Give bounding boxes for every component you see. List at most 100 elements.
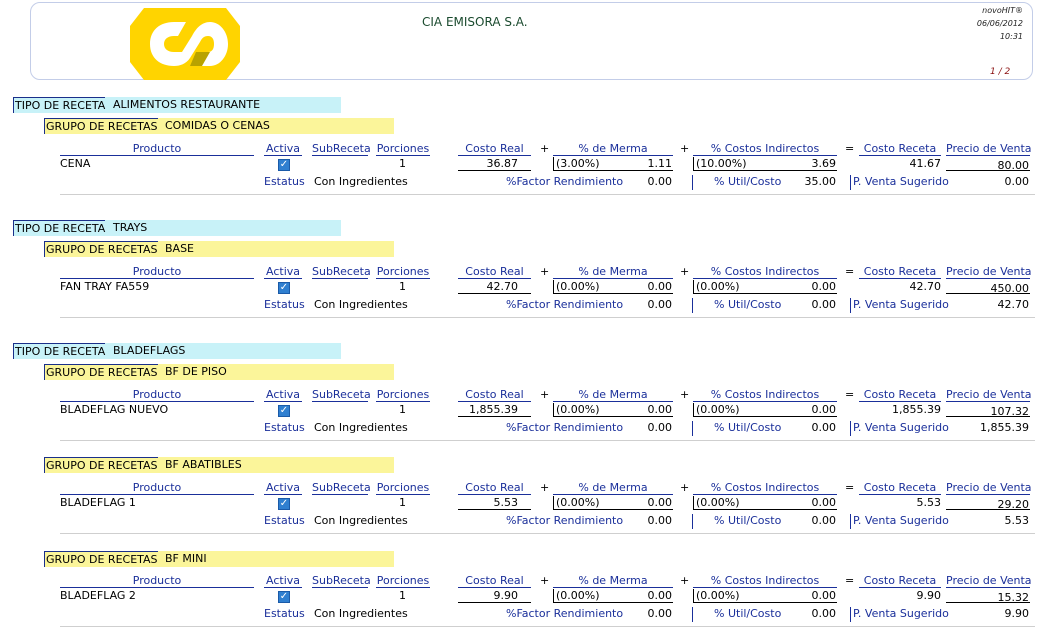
divider	[850, 607, 851, 622]
col-header-costo-receta: Costo Receta	[859, 481, 941, 495]
costo-receta-value: 1,855.39	[892, 403, 941, 416]
costo-receta-value: 9.90	[916, 589, 942, 602]
indirectos-pct-value: (0.00%)	[696, 280, 740, 293]
col-header-costo-receta: Costo Receta	[859, 142, 941, 156]
venta-sugerido-label: P. Venta Sugerido	[853, 514, 949, 527]
factor-rendimiento-value: 0.00	[647, 421, 673, 434]
con-ingredientes-label: Con Ingredientes	[314, 421, 408, 434]
merma-amount-value: 0.00	[647, 403, 673, 416]
plus-sign: +	[540, 574, 550, 587]
precio-venta-value: 450.00	[990, 282, 1030, 295]
util-costo-value: 0.00	[811, 514, 837, 527]
col-header-merma: % de Merma	[553, 388, 673, 402]
tipo-label: TIPO DE RECETA	[13, 97, 106, 113]
row-separator	[60, 533, 1035, 534]
indirectos-pct-value: (10.00%)	[696, 157, 747, 170]
util-costo-value: 0.00	[811, 607, 837, 620]
col-header-porciones: Porciones	[376, 574, 430, 588]
col-header-costo-real: Costo Real	[458, 481, 531, 495]
equals-sign: =	[845, 265, 855, 278]
divider	[850, 298, 851, 313]
grupo-label: GRUPO DE RECETAS	[44, 457, 158, 473]
checked-icon: ✓	[278, 591, 290, 603]
col-header-precio-venta: Precio de Venta	[946, 574, 1032, 588]
row-separator	[60, 440, 1035, 441]
costo-real-value: 5.53	[493, 496, 519, 509]
col-header-costos-indirectos: % Costos Indirectos	[693, 574, 837, 588]
indirectos-amount-value: 0.00	[811, 280, 837, 293]
indirectos-pct-value: (0.00%)	[696, 589, 740, 602]
util-costo-label: % Util/Costo	[714, 514, 782, 527]
col-header-producto: Producto	[60, 481, 254, 495]
merma-amount-value: 0.00	[647, 280, 673, 293]
col-header-costo-receta: Costo Receta	[859, 574, 941, 588]
con-ingredientes-label: Con Ingredientes	[314, 514, 408, 527]
estatus-label: Estatus	[264, 298, 305, 311]
divider	[692, 175, 693, 190]
col-header-costos-indirectos: % Costos Indirectos	[693, 142, 837, 156]
equals-sign: =	[845, 481, 855, 494]
page-number: 1 / 2	[990, 67, 1011, 77]
col-header-activa: Activa	[264, 481, 302, 495]
checked-icon: ✓	[278, 405, 290, 417]
venta-sugerido-label: P. Venta Sugerido	[853, 607, 949, 620]
divider	[850, 421, 851, 436]
indirectos-amount-value: 0.00	[811, 589, 837, 602]
factor-rendimiento-label: %Factor Rendimiento	[506, 298, 624, 311]
util-costo-label: % Util/Costo	[714, 421, 782, 434]
col-header-producto: Producto	[60, 142, 254, 156]
costo-real-value: 36.87	[486, 157, 519, 170]
indirectos-pct-value: (0.00%)	[696, 403, 740, 416]
col-header-merma: % de Merma	[553, 265, 673, 279]
indirectos-pct-value: (0.00%)	[696, 496, 740, 509]
col-header-precio-venta: Precio de Venta	[946, 265, 1032, 279]
precio-venta-value: 80.00	[997, 159, 1030, 172]
util-costo-label: % Util/Costo	[714, 298, 782, 311]
plus-sign: +	[680, 142, 690, 155]
factor-rendimiento-label: %Factor Rendimiento	[506, 514, 624, 527]
col-header-precio-venta: Precio de Venta	[946, 481, 1032, 495]
estatus-label: Estatus	[264, 175, 305, 188]
col-header-activa: Activa	[264, 574, 302, 588]
con-ingredientes-label: Con Ingredientes	[314, 298, 408, 311]
factor-rendimiento-label: %Factor Rendimiento	[506, 421, 624, 434]
precio-venta-value: 29.20	[997, 498, 1030, 511]
costo-receta-value: 5.53	[916, 496, 942, 509]
col-header-subreceta: SubReceta	[312, 481, 371, 495]
divider	[692, 421, 693, 436]
util-costo-value: 0.00	[811, 421, 837, 434]
plus-sign: +	[540, 481, 550, 494]
col-header-subreceta: SubReceta	[312, 388, 371, 402]
grupo-value: BASE	[165, 242, 195, 255]
factor-rendimiento-value: 0.00	[647, 298, 673, 311]
costo-real-value: 9.90	[493, 589, 519, 602]
checked-icon: ✓	[278, 159, 290, 171]
venta-sugerido-label: P. Venta Sugerido	[853, 175, 949, 188]
factor-rendimiento-label: %Factor Rendimiento	[506, 607, 624, 620]
col-header-costos-indirectos: % Costos Indirectos	[693, 265, 837, 279]
col-header-porciones: Porciones	[376, 265, 430, 279]
equals-sign: =	[845, 574, 855, 587]
merma-pct-value: (0.00%)	[556, 403, 600, 416]
merma-pct-value: (0.00%)	[556, 589, 600, 602]
con-ingredientes-label: Con Ingredientes	[314, 175, 408, 188]
company-logo	[130, 8, 240, 80]
estatus-label: Estatus	[264, 607, 305, 620]
col-header-subreceta: SubReceta	[312, 142, 371, 156]
venta-sugerido-value: 1,855.39	[980, 421, 1029, 434]
indirectos-amount-value: 3.69	[811, 157, 837, 170]
util-costo-label: % Util/Costo	[714, 607, 782, 620]
col-header-costos-indirectos: % Costos Indirectos	[693, 388, 837, 402]
util-costo-value: 35.00	[804, 175, 837, 188]
grupo-value: BF MINI	[165, 552, 207, 565]
report-date: 06/06/2012	[976, 19, 1023, 28]
col-header-activa: Activa	[264, 265, 302, 279]
porciones-value: 1	[399, 496, 406, 509]
costo-receta-value: 41.67	[909, 157, 942, 170]
divider	[692, 298, 693, 313]
precio-venta-value: 15.32	[997, 591, 1030, 604]
grupo-label: GRUPO DE RECETAS	[44, 118, 158, 134]
factor-rendimiento-value: 0.00	[647, 514, 673, 527]
merma-pct-value: (0.00%)	[556, 280, 600, 293]
col-header-subreceta: SubReceta	[312, 574, 371, 588]
